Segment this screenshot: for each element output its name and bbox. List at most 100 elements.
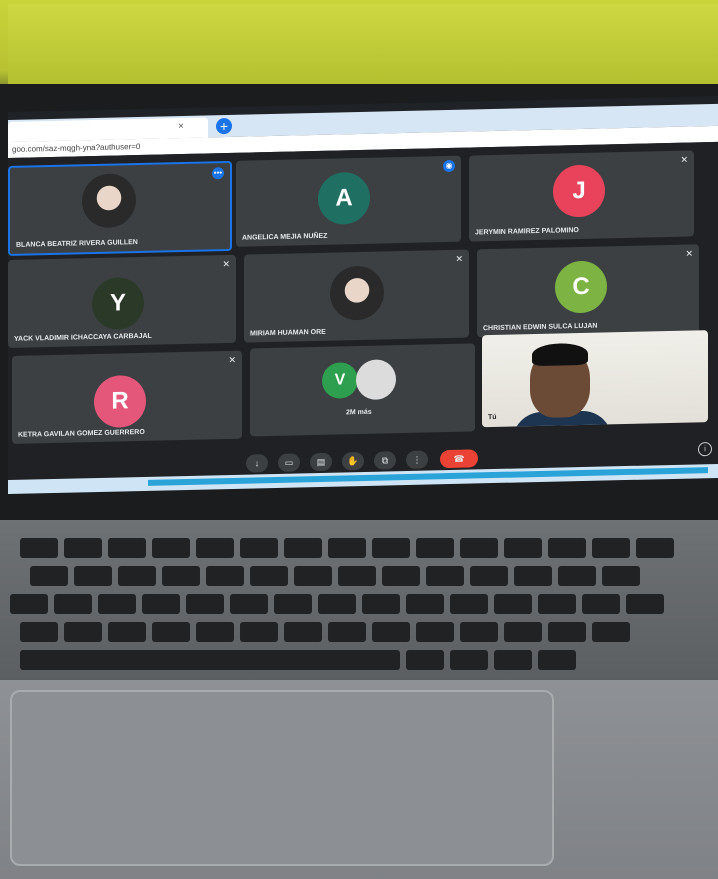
avatar: C: [555, 260, 607, 314]
mic-off-icon: ✕: [455, 253, 463, 264]
key: [196, 538, 234, 558]
key: [284, 538, 322, 558]
self-hair: [532, 342, 588, 367]
trackpad: [10, 690, 554, 866]
participant-tile[interactable]: R ✕ KETRA GAVILAN GOMEZ GUERRERO: [12, 350, 242, 444]
key: [240, 538, 278, 558]
key: [64, 622, 102, 642]
key: [98, 594, 136, 614]
key: [206, 566, 244, 586]
key: [636, 538, 674, 558]
mic-off-icon: ✕: [222, 258, 230, 270]
key: [20, 538, 58, 558]
laptop-photo: × + goo.com/saz-mqgh-yna?authuser=0 ••• …: [0, 0, 718, 879]
key: [494, 594, 532, 614]
key: [74, 566, 112, 586]
meeting-grid: ••• BLANCA BEATRIZ RIVERA GUILLEN A ◉ AN…: [8, 141, 718, 492]
key: [582, 594, 620, 614]
participant-tile[interactable]: Y ✕ YACK VLADIMIR ICHACCAYA CARBAJAL: [8, 254, 236, 348]
avatar: J: [553, 164, 605, 218]
key: [460, 538, 498, 558]
participant-tile[interactable]: ••• BLANCA BEATRIZ RIVERA GUILLEN: [8, 160, 232, 256]
key: [406, 650, 444, 670]
key: [20, 622, 58, 642]
key: [10, 594, 48, 614]
key: [416, 538, 454, 558]
key: [240, 622, 278, 642]
keyboard-row: [30, 566, 640, 588]
avatar: Y: [92, 276, 144, 331]
key: [426, 566, 464, 586]
present-button[interactable]: ⧉: [374, 451, 396, 470]
mic-button[interactable]: ↓: [246, 454, 268, 473]
key: [30, 566, 68, 586]
key: [372, 538, 410, 558]
participant-name: BLANCA BEATRIZ RIVERA GUILLEN: [16, 239, 138, 249]
more-options-icon[interactable]: •••: [212, 167, 224, 180]
wall-background: [8, 4, 718, 88]
participant-tile[interactable]: C ✕ CHRISTIAN EDWIN SULCA LUJAN: [477, 244, 699, 338]
keyboard-row: [10, 594, 664, 616]
key: [626, 594, 664, 614]
key: [450, 594, 488, 614]
key: [538, 650, 576, 670]
key: [338, 566, 376, 586]
mic-off-icon: ✕: [685, 248, 693, 259]
key: [162, 566, 200, 586]
info-icon[interactable]: i: [698, 442, 712, 457]
tab-close-icon[interactable]: ×: [178, 121, 184, 132]
participant-name: YACK VLADIMIR ICHACCAYA CARBAJAL: [14, 332, 152, 343]
end-call-button[interactable]: ☎: [440, 449, 478, 469]
avatar: A: [318, 171, 370, 225]
key: [362, 594, 400, 614]
raise-hand-button[interactable]: ✋: [342, 451, 364, 471]
participant-name: MIRIAM HUAMAN ORE: [250, 328, 326, 338]
participant-name: ANGELICA MEJIA NUÑEZ: [242, 232, 328, 242]
key: [318, 594, 356, 614]
key: [592, 622, 630, 642]
key: [416, 622, 454, 642]
participant-tile[interactable]: ✕ MIRIAM HUAMAN ORE: [244, 249, 469, 343]
laptop-screen: × + goo.com/saz-mqgh-yna?authuser=0 ••• …: [8, 95, 718, 492]
self-view-tile[interactable]: Tú: [482, 330, 708, 428]
key: [196, 622, 234, 642]
key: [504, 622, 542, 642]
key: [186, 594, 224, 614]
avatar: V: [322, 362, 358, 399]
new-tab-button[interactable]: +: [216, 117, 232, 135]
more-options-button[interactable]: ⋮: [406, 450, 428, 469]
keyboard-row: [20, 538, 674, 560]
key: [274, 594, 312, 614]
participant-photo: [82, 173, 136, 229]
keyboard-row: [20, 650, 576, 672]
key: [494, 650, 532, 670]
key: [152, 538, 190, 558]
key: [64, 538, 102, 558]
key: [152, 622, 190, 642]
key: [108, 622, 146, 642]
key: [230, 594, 268, 614]
speaking-icon: ◉: [443, 159, 455, 173]
participant-tile[interactable]: A ◉ ANGELICA MEJIA NUÑEZ: [236, 155, 461, 247]
key: [294, 566, 332, 586]
key: [250, 566, 288, 586]
keyboard-row: [20, 622, 630, 644]
captions-button[interactable]: ▤: [310, 452, 332, 472]
key: [54, 594, 92, 614]
key: [538, 594, 576, 614]
participant-photo: [330, 265, 384, 321]
mic-off-icon: ✕: [680, 154, 688, 165]
key: [142, 594, 180, 614]
participant-tile-group[interactable]: V 2M más: [250, 343, 475, 437]
key: [504, 538, 542, 558]
participant-tile[interactable]: J ✕ JERYMIN RAMIREZ PALOMINO: [469, 150, 694, 242]
key: [284, 622, 322, 642]
key: [602, 566, 640, 586]
key: [382, 566, 420, 586]
camera-button[interactable]: ▭: [278, 453, 300, 472]
key: [460, 622, 498, 642]
key: [406, 594, 444, 614]
key: [514, 566, 552, 586]
key: [108, 538, 146, 558]
key: [558, 566, 596, 586]
